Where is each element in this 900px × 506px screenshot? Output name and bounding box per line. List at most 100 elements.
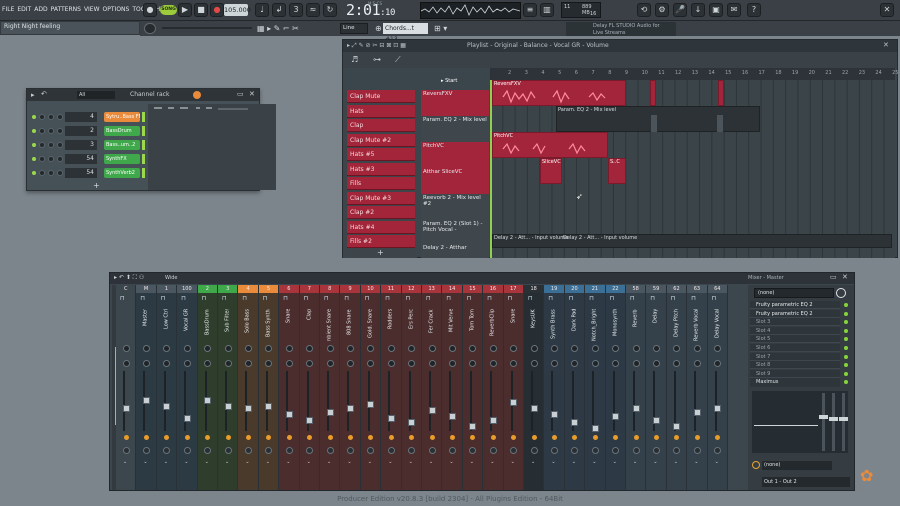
piano-icon[interactable]: ▦ ▸ ✎ ⌐ ✂ [257,24,299,33]
send-knob[interactable] [326,447,334,454]
volume-fader[interactable] [306,417,314,424]
channel-mixer-track[interactable]: 54 [65,154,97,164]
automation-point[interactable] [717,115,723,132]
undo-icon[interactable]: ⟲ [637,3,651,17]
maximus-slot[interactable]: Maximus [750,378,840,387]
chevron-down-icon[interactable]: ⌄ [429,459,433,465]
close-icon[interactable]: ✕ [883,41,889,49]
send-knob[interactable] [306,447,314,454]
fx-enable-led[interactable] [694,435,700,440]
stereo-knob[interactable] [510,360,518,367]
send-knob[interactable] [204,447,212,454]
routing-icon[interactable]: ⊓ [140,295,145,302]
fx-enable-led[interactable] [144,435,150,440]
stereo-knob[interactable] [224,360,232,367]
fx-enable-led[interactable] [654,435,660,440]
minimize-icon[interactable]: ▭ [237,90,244,98]
volume-fader[interactable] [510,399,518,406]
volume-fader[interactable] [163,403,171,410]
channel-led[interactable] [32,157,36,161]
mixer-header[interactable]: ▸ ↶ ⬆ ⛶ ⚇ Wide Mixer - Master ▭ ✕ [110,273,854,284]
stereo-knob[interactable] [285,360,293,367]
stereo-knob[interactable] [714,360,722,367]
fx-enable-led[interactable] [348,435,354,440]
volume-fader[interactable] [326,409,334,416]
track-header[interactable]: Param. EQ 2 (Slot 1) - Pitch Vocal - [421,220,489,244]
send-knob[interactable] [428,447,436,454]
fx-enable-led[interactable] [572,435,578,440]
pan-knob[interactable] [653,345,661,352]
mixer-strip[interactable]: 13 ⊓ Fer Crack ⌄ [422,285,443,490]
chevron-down-icon[interactable]: ⌄ [307,459,311,465]
channel-name-button[interactable]: Bass..um..2 [104,140,140,150]
routing-icon[interactable]: ⊓ [630,295,635,302]
pan-knob[interactable] [163,345,171,352]
fx-enable-led[interactable] [368,435,374,440]
routing-icon[interactable]: ⊓ [365,295,370,302]
routing-icon[interactable]: ⊓ [712,295,717,302]
stereo-knob[interactable] [612,360,620,367]
volume-fader[interactable] [265,403,273,410]
pan-knob[interactable] [245,345,253,352]
volume-fader[interactable] [489,417,497,424]
effect-slot[interactable]: Slot 7 [750,352,840,361]
add-pattern-button[interactable]: + [377,248,384,257]
stereo-knob[interactable] [367,360,375,367]
send-knob[interactable] [612,447,620,454]
fx-enable-led[interactable] [164,435,170,440]
mixer-strip[interactable]: C ⊓ ⌄ [116,285,137,490]
slot-led[interactable] [844,363,848,368]
chevron-down-icon[interactable]: ⌄ [347,459,351,465]
channel-name-button[interactable]: BassDrum [104,126,140,136]
snap-selector[interactable]: Line [340,23,368,34]
stereo-knob[interactable] [632,360,640,367]
send-knob[interactable] [752,461,760,469]
fx-enable-led[interactable] [633,435,639,440]
fx-enable-led[interactable] [531,435,537,440]
volume-fader[interactable] [571,419,579,426]
channel-rack-header[interactable]: ▸ ↶ All Channel rack ▭ ✕ [27,89,259,101]
mixer-strip[interactable]: 11 ⊓ Rodders ⌄ [381,285,402,490]
pan-knob[interactable] [551,345,559,352]
chevron-down-icon[interactable]: ⌄ [613,459,617,465]
stereo-knob[interactable] [122,360,130,367]
wait-input-icon[interactable]: ↲ [272,3,286,17]
channel-mixer-track[interactable]: 2 [65,126,97,136]
stereo-knob[interactable] [143,360,151,367]
chevron-down-icon[interactable]: ⌄ [388,459,392,465]
volume-fader[interactable] [387,415,395,422]
chevron-down-icon[interactable]: ⌄ [266,459,270,465]
send-knob[interactable] [285,447,293,454]
stereo-knob[interactable] [347,360,355,367]
mixer-strip[interactable]: 12 ⊓ Ers Perc ⌄ [401,285,422,490]
mixer-strip[interactable]: 62 ⊓ Delay Pitch ⌄ [666,285,688,490]
fx-enable-led[interactable] [123,435,129,440]
effect-slot[interactable]: Slot 9 [750,369,840,378]
routing-icon[interactable]: ⊓ [263,295,268,302]
routing-icon[interactable]: ⊓ [385,295,390,302]
automation-clip-delay[interactable]: Delay 2 - Att... - Input volume Delay 2 … [492,234,892,248]
pan-knob[interactable] [367,345,375,352]
chevron-down-icon[interactable]: ⌄ [592,459,596,465]
volume-fader[interactable] [653,417,661,424]
automation-clip-icon[interactable]: ⟋ [395,55,401,65]
routing-icon[interactable]: ⊓ [344,295,349,302]
stereo-knob[interactable] [408,360,416,367]
volume-fader[interactable] [408,419,416,426]
mixer-strip[interactable]: 16 ⊓ ReverbClip ⌄ [483,285,504,490]
mixer-strip[interactable]: 63 ⊓ Reverb Vocal ⌄ [687,285,708,490]
chevron-down-icon[interactable]: ⌄ [715,459,719,465]
chat-icon[interactable]: ✉ [727,3,741,17]
routing-icon[interactable]: ⊓ [324,295,329,302]
fx-enable-led[interactable] [613,435,619,440]
mixer-strip[interactable]: 18 ⊓ KeysUK ⌄ [524,285,545,490]
playhead[interactable] [490,80,492,258]
effect-slot[interactable]: Slot 6 [750,344,840,352]
volume-fader[interactable] [347,405,355,412]
slot-led[interactable] [844,346,848,350]
pattern-item[interactable]: Fills #2 [347,235,415,248]
menu-item-view[interactable]: VIEW [84,6,100,13]
pan-knob[interactable] [306,345,314,352]
routing-icon[interactable]: ⊓ [446,295,451,302]
pan-knob[interactable] [122,345,130,352]
